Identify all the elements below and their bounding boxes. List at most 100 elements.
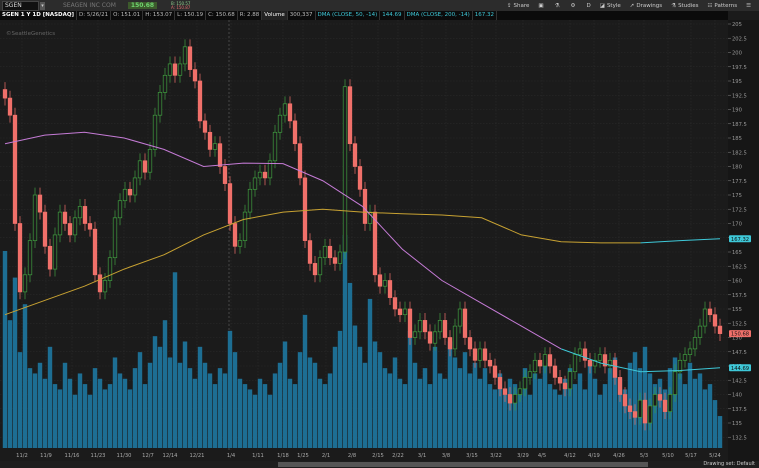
candle-down (497, 377, 503, 390)
tool-label: Studies (678, 2, 699, 9)
candle-down (347, 86, 353, 145)
candle-up (272, 131, 278, 162)
volume-bar (717, 416, 723, 448)
volume-bar (292, 384, 298, 448)
candle-down (407, 308, 413, 338)
candle-up (32, 194, 38, 241)
candle-up (157, 92, 163, 116)
y-tick-label: 137.5 (732, 407, 747, 413)
x-tick-label: 11/16 (65, 453, 80, 459)
volume-bar (42, 378, 48, 448)
y-tick-label: 190 (732, 108, 742, 114)
tool-button-gear-icon[interactable]: ⚙ (571, 3, 578, 9)
candle-up (647, 405, 653, 424)
candle-up (457, 308, 463, 327)
candle-up (257, 171, 263, 179)
candle-down (62, 211, 68, 224)
candle-up (152, 114, 158, 150)
tool-button-monitor-icon[interactable]: ▣ (538, 3, 545, 9)
volume-bar (182, 341, 188, 448)
volume-bar (32, 373, 38, 448)
symbol-input[interactable]: SGEN (2, 0, 39, 11)
price-label: 144.69 (731, 366, 749, 372)
tool-button-patterns[interactable]: ☷ Patterns (707, 3, 737, 9)
volume-bar (437, 373, 443, 448)
candle-up (322, 245, 328, 259)
x-tick-label: 1/25 (297, 453, 309, 459)
volume-bar (127, 389, 133, 448)
volume-bar (7, 320, 13, 448)
drawing-set-label[interactable]: Drawing set: Default (703, 461, 755, 467)
scrollbar-thumb[interactable] (278, 462, 648, 467)
volume-bar (67, 378, 73, 448)
volume-bar (242, 384, 248, 448)
y-tick-label: 147.5 (732, 350, 747, 356)
candle-up (522, 377, 528, 390)
volume-bar (492, 389, 498, 448)
candle-up (452, 325, 458, 350)
candle-up (212, 143, 218, 150)
volume-bar (107, 384, 113, 448)
price-chart[interactable]: 205 202.5 200 197.5 195 192.5 190 187.5 185 182.5… (0, 0, 759, 468)
volume-bar (207, 373, 213, 448)
tool-button-studies[interactable]: ⚗ Studies (671, 3, 698, 9)
candle-up (342, 86, 348, 253)
legend-volume-label[interactable]: Volume (262, 11, 288, 20)
candle-down (507, 394, 513, 404)
tool-button-style[interactable]: ◪ Style (600, 3, 621, 9)
volume-bar (537, 378, 543, 448)
volume-bar (577, 373, 583, 448)
volume-bar (87, 394, 93, 448)
volume-bar (117, 373, 123, 448)
volume-bar (247, 389, 253, 448)
candle-down (552, 365, 558, 378)
patterns-icon: ☷ (707, 2, 713, 9)
candle-down (172, 63, 178, 76)
volume-bar (47, 346, 53, 448)
volume-bar (682, 384, 688, 448)
candle-down (302, 177, 308, 241)
candle-down (307, 240, 313, 264)
legend-open: O: 151.01 (111, 11, 144, 20)
candle-up (432, 331, 438, 344)
legend-dma200-label[interactable]: DMA (CLOSE, 200, -14) (405, 11, 473, 20)
candle-down (397, 308, 403, 316)
tool-button-share[interactable]: ⇪ Share (507, 3, 529, 9)
candle-down (127, 188, 133, 196)
monitor-icon: ▣ (538, 2, 544, 9)
tool-button-flask-icon[interactable]: ⚗ (555, 3, 562, 9)
price-label: 150.68 (731, 332, 749, 338)
candle-up (117, 200, 123, 219)
volume-bar (252, 394, 258, 448)
volume-bar (502, 394, 508, 448)
volume-bar (632, 352, 638, 448)
candle-down (357, 166, 363, 190)
volume-bar (677, 373, 683, 448)
volume-bar (487, 384, 493, 448)
y-tick-label: 132.5 (732, 435, 747, 441)
symbol-dropdown-icon[interactable]: ▾ (40, 1, 45, 10)
candle-up (252, 177, 258, 190)
y-tick-label: 177.5 (732, 179, 747, 185)
tool-button-menu-icon[interactable]: ☰ (746, 3, 753, 9)
tool-button-drawings[interactable]: ➚ Drawings (630, 3, 662, 9)
volume-bar (432, 346, 438, 448)
x-tick-label: 11/2 (16, 453, 28, 459)
flask-icon: ⚗ (554, 2, 560, 9)
candle-down (537, 359, 543, 367)
volume-bar (92, 368, 98, 448)
candle-down (707, 308, 713, 316)
volume-bar (372, 341, 378, 448)
share-icon: ⇪ (506, 2, 512, 9)
x-tick-label: 3/29 (517, 453, 529, 459)
tool-label: D (586, 2, 591, 9)
volume-bar (282, 341, 288, 448)
volume-bar (12, 277, 18, 448)
legend-dma50-label[interactable]: DMA (CLOSE, 50, -14) (316, 11, 381, 20)
volume-bar (152, 336, 158, 448)
candle-down (92, 228, 98, 276)
x-tick-label: 5/3 (640, 453, 648, 459)
candle-down (232, 223, 238, 247)
tool-button-d[interactable]: D (586, 3, 590, 9)
candle-up (132, 177, 138, 196)
